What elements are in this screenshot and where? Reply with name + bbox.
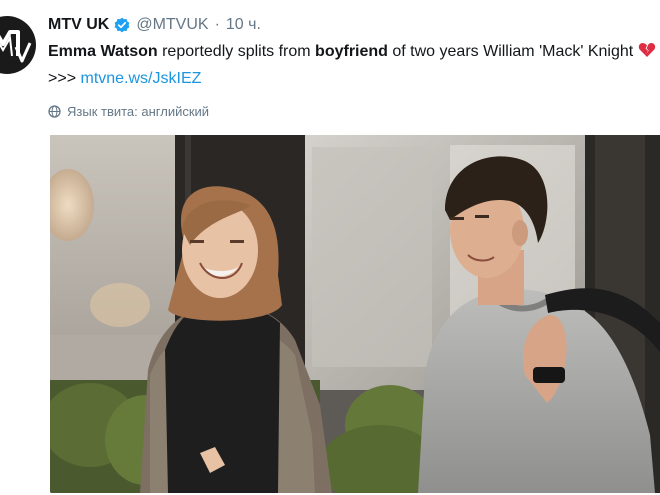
display-name[interactable]: MTV UK	[48, 16, 109, 34]
tweet-text: Emma Watson reportedly splits from boyfr…	[48, 40, 658, 91]
verified-badge-icon	[114, 17, 130, 33]
photo-illustration	[50, 135, 660, 493]
tweet-text-part: of two years William 'Mack' Knight	[387, 43, 638, 60]
tweet-text-name: Emma Watson	[48, 43, 158, 60]
broken-heart-emoji	[638, 41, 658, 67]
globe-icon	[48, 104, 61, 118]
tweet-photo[interactable]	[50, 135, 660, 493]
tweet-text-arrows: >>>	[48, 70, 81, 87]
separator-dot: ·	[214, 16, 220, 33]
mtv-logo-icon	[0, 30, 32, 63]
tweet-text-bold: boyfriend	[315, 43, 388, 60]
avatar[interactable]	[0, 16, 36, 74]
user-handle[interactable]: @MTVUK	[136, 16, 208, 34]
tweet-link[interactable]: mtvne.ws/JskIEZ	[80, 70, 201, 87]
language-note: Язык твита: английский	[48, 102, 209, 120]
language-note-text: Язык твита: английский	[67, 103, 210, 119]
tweet-header: MTV UK @MTVUK · 10 ч.	[48, 14, 261, 36]
tweet-text-part: reportedly splits from	[157, 43, 316, 60]
timestamp[interactable]: 10 ч.	[226, 16, 261, 34]
